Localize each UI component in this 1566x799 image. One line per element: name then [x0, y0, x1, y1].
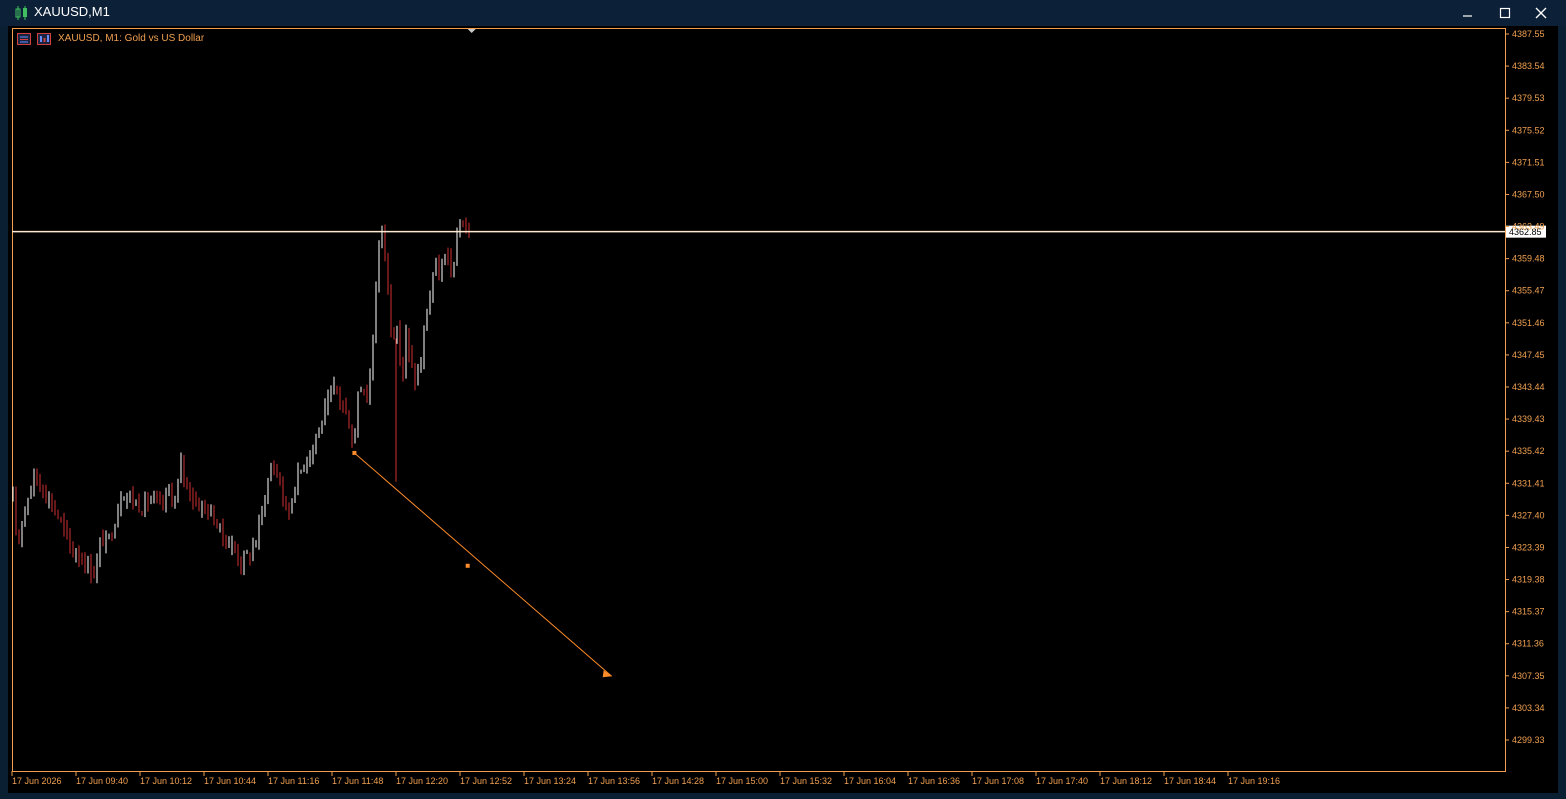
chart-area[interactable]: 4362.85 4387.55 4383.54 4379.53 4375.52 4371…: [8, 26, 1558, 793]
y-axis-label: 4355.47: [1512, 286, 1545, 296]
y-axis-label: 4351.46: [1512, 318, 1545, 328]
trend-line-arrowhead: [602, 670, 612, 678]
x-axis-label: 17 Jun 13:24: [524, 776, 576, 786]
chart-symbol-label: XAUUSD, M1: Gold vs US Dollar: [58, 33, 205, 44]
y-axis-label: 4311.36: [1512, 639, 1544, 649]
y-axis-label: 4343.44: [1512, 382, 1545, 392]
x-axis-label: 17 Jun 12:20: [396, 776, 448, 786]
y-axis-label: 4327.40: [1512, 510, 1545, 520]
candlestick-chart-icon: [15, 6, 27, 20]
y-axis-label: 4387.55: [1512, 29, 1545, 39]
y-axis-label: 4375.52: [1512, 125, 1545, 135]
x-axis-label: 17 Jun 09:40: [76, 776, 128, 786]
y-axis-label: 4323.39: [1512, 542, 1545, 552]
chart-frame: [12, 28, 1506, 772]
y-axis-label: 4379.53: [1512, 93, 1545, 103]
x-axis-label: 17 Jun 13:56: [588, 776, 640, 786]
x-axis-label: 17 Jun 2026: [12, 776, 62, 786]
window-title: XAUUSD,M1: [34, 4, 110, 19]
x-axis-label: 17 Jun 10:44: [204, 776, 256, 786]
x-axis-label: 17 Jun 11:16: [268, 776, 319, 786]
y-axis-label: 4359.48: [1512, 254, 1545, 264]
y-axis-label: 4367.50: [1512, 189, 1545, 199]
y-axis-label: 4319.38: [1512, 575, 1545, 585]
y-axis-label: 4331.41: [1512, 478, 1545, 488]
x-axis-label: 17 Jun 15:32: [780, 776, 832, 786]
y-axis-label: 4307.35: [1512, 671, 1545, 681]
y-axis-label: 4383.54: [1512, 61, 1545, 71]
x-axis-label: 17 Jun 10:12: [140, 776, 192, 786]
title-bar[interactable]: XAUUSD,M1: [0, 0, 1566, 26]
x-axis-label: 17 Jun 16:36: [908, 776, 960, 786]
x-axis-label: 17 Jun 16:04: [844, 776, 896, 786]
one-click-trading-icon[interactable]: [17, 33, 31, 45]
maximize-button[interactable]: [1490, 3, 1520, 23]
y-axis-label: 4363.49: [1512, 222, 1545, 232]
candles: [12, 217, 470, 584]
minimize-button[interactable]: [1453, 3, 1483, 23]
x-axis-label: 17 Jun 11:48: [332, 776, 383, 786]
x-axis-label: 17 Jun 18:12: [1100, 776, 1152, 786]
x-axis-label: 17 Jun 18:44: [1164, 776, 1216, 786]
y-axis-label: 4303.34: [1512, 703, 1545, 713]
x-axis-label: 17 Jun 14:28: [652, 776, 704, 786]
x-axis-label: 17 Jun 12:52: [460, 776, 512, 786]
terminal-window: XAUUSD,M1 4362.85 4387.55 4383.54 4379.53 4…: [0, 0, 1566, 799]
x-axis-label: 17 Jun 15:00: [716, 776, 768, 786]
chart-shift-marker[interactable]: [467, 29, 476, 33]
x-axis-label: 17 Jun 17:40: [1036, 776, 1088, 786]
trend-line-anchor[interactable]: [465, 563, 470, 568]
x-axis-label: 17 Jun 17:08: [972, 776, 1024, 786]
y-axis-label: 4371.51: [1512, 157, 1545, 167]
maximize-icon: [1499, 7, 1511, 19]
close-icon: [1535, 7, 1547, 19]
y-axis-label: 4347.45: [1512, 350, 1545, 360]
y-axis-label: 4339.43: [1512, 414, 1545, 424]
y-axis-label: 4335.42: [1512, 446, 1545, 456]
minimize-icon: [1463, 15, 1472, 17]
trend-line[interactable]: [354, 452, 613, 677]
depth-of-market-icon[interactable]: [37, 33, 51, 45]
close-button[interactable]: [1526, 3, 1556, 23]
y-axis-label: 4315.37: [1512, 607, 1545, 617]
x-axis-label: 17 Jun 19:16: [1228, 776, 1280, 786]
y-axis-label: 4299.33: [1512, 735, 1545, 745]
price-chart[interactable]: 4362.85 4387.554383.544379.534375.524371…: [8, 26, 1558, 793]
trend-line-anchor[interactable]: [352, 450, 357, 455]
